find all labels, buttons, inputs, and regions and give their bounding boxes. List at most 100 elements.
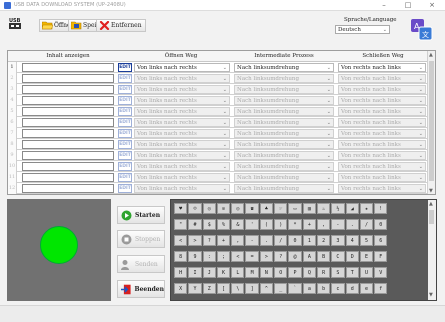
- keyboard-key[interactable]: ': [245, 219, 259, 230]
- keyboard-key[interactable]: 2: [316, 235, 331, 246]
- keyboard-scroll-up-icon[interactable]: ▲: [429, 201, 433, 207]
- keyboard-key[interactable]: O: [274, 267, 288, 278]
- edit-button[interactable]: EDIT: [118, 140, 132, 149]
- keyboard-key[interactable]: ☞: [274, 203, 288, 214]
- keyboard-key[interactable]: ★: [359, 203, 374, 214]
- keyboard-key[interactable]: .: [259, 235, 274, 246]
- keyboard-key[interactable]: Y: [188, 283, 202, 294]
- keyboard-key[interactable]: -: [331, 219, 345, 230]
- table-row[interactable]: 9 EDIT Von links nach rechts ⌄ Nach linksumd…: [8, 150, 429, 161]
- close-path-select[interactable]: Von rechts nach links ⌄: [338, 140, 426, 149]
- keyboard-key[interactable]: M: [245, 267, 259, 278]
- keyboard-key[interactable]: S: [331, 267, 345, 278]
- close-path-select[interactable]: Von rechts nach links ⌄: [338, 107, 426, 116]
- keyboard-key[interactable]: ♥: [174, 203, 188, 214]
- keyboard-scrollbar[interactable]: ▲ ▼: [428, 200, 436, 300]
- display-content-cell[interactable]: [22, 118, 114, 127]
- open-path-select[interactable]: Von links nach rechts ⌄: [134, 140, 230, 149]
- edit-button[interactable]: EDIT: [118, 63, 132, 72]
- keyboard-key[interactable]: a: [302, 283, 316, 294]
- table-row[interactable]: 2 EDIT Von links nach rechts ⌄ Nach linksumd…: [8, 73, 429, 84]
- stop-button[interactable]: Stoppen: [117, 230, 165, 248]
- keyboard-key[interactable]: H: [174, 267, 188, 278]
- keyboard-key[interactable]: ☺: [188, 203, 202, 214]
- intermediate-select[interactable]: Nach linksumdrehung ⌄: [234, 74, 334, 83]
- intermediate-select[interactable]: Nach linksumdrehung ⌄: [234, 162, 334, 171]
- keyboard-key[interactable]: Z: [202, 283, 216, 294]
- table-scrollbar[interactable]: ▲ ▼: [427, 51, 435, 194]
- keyboard-key[interactable]: +: [216, 235, 231, 246]
- edit-button[interactable]: EDIT: [118, 184, 132, 193]
- edit-button[interactable]: EDIT: [118, 162, 132, 171]
- display-content-cell[interactable]: [22, 184, 114, 193]
- intermediate-select[interactable]: Nach linksumdrehung ⌄: [234, 118, 334, 127]
- intermediate-select[interactable]: Nach linksumdrehung ⌄: [234, 140, 334, 149]
- keyboard-key[interactable]: X: [174, 283, 188, 294]
- display-content-cell[interactable]: [22, 129, 114, 138]
- keyboard-key[interactable]: 9: [188, 251, 202, 262]
- keyboard-key[interactable]: ♨: [316, 203, 331, 214]
- close-path-select[interactable]: Von rechts nach links ⌄: [338, 63, 426, 72]
- close-path-select[interactable]: Von rechts nach links ⌄: [338, 74, 426, 83]
- table-row[interactable]: 3 EDIT Von links nach rechts ⌄ Nach linksumd…: [8, 84, 429, 95]
- keyboard-key[interactable]: ▭: [288, 203, 302, 214]
- keyboard-key[interactable]: \: [231, 283, 245, 294]
- keyboard-key[interactable]: C: [331, 251, 345, 262]
- keyboard-key[interactable]: d: [345, 283, 359, 294]
- keyboard-key[interactable]: `: [288, 283, 302, 294]
- keyboard-key[interactable]: N: [259, 267, 274, 278]
- minimize-button[interactable]: –: [372, 0, 396, 11]
- edit-button[interactable]: EDIT: [118, 151, 132, 160]
- send-button[interactable]: Senden: [117, 255, 165, 273]
- keyboard-key[interactable]: ½: [331, 203, 345, 214]
- keyboard-key[interactable]: &: [231, 219, 245, 230]
- keyboard-key[interactable]: #: [188, 219, 202, 230]
- open-path-select[interactable]: Von links nach rechts ⌄: [134, 63, 230, 72]
- keyboard-key[interactable]: Q: [302, 267, 316, 278]
- keyboard-key[interactable]: 3: [331, 235, 345, 246]
- keyboard-key[interactable]: A: [302, 251, 316, 262]
- keyboard-key[interactable]: 1: [302, 235, 316, 246]
- scrollbar-thumb[interactable]: [429, 61, 434, 181]
- keyboard-key[interactable]: +: [302, 219, 316, 230]
- table-row[interactable]: 8 EDIT Von links nach rechts ⌄ Nach linksumd…: [8, 139, 429, 150]
- keyboard-key[interactable]: e: [359, 283, 374, 294]
- remove-button[interactable]: Entfernen: [96, 19, 146, 32]
- keyboard-key[interactable]: !: [374, 203, 388, 214]
- keyboard-key[interactable]: %: [216, 219, 231, 230]
- open-path-select[interactable]: Von links nach rechts ⌄: [134, 129, 230, 138]
- table-row[interactable]: 11 EDIT Von links nach rechts ⌄ Nach linksum…: [8, 172, 429, 183]
- table-row[interactable]: 4 EDIT Von links nach rechts ⌄ Nach linksumd…: [8, 95, 429, 106]
- close-path-select[interactable]: Von rechts nach links ⌄: [338, 162, 426, 171]
- keyboard-key[interactable]: V: [374, 267, 388, 278]
- open-path-select[interactable]: Von links nach rechts ⌄: [134, 162, 230, 171]
- keyboard-key[interactable]: =: [245, 251, 259, 262]
- keyboard-key[interactable]: [: [216, 283, 231, 294]
- keyboard-key[interactable]: ^: [259, 283, 274, 294]
- keyboard-key[interactable]: c: [331, 283, 345, 294]
- open-path-select[interactable]: Von links nach rechts ⌄: [134, 151, 230, 160]
- close-path-select[interactable]: Von rechts nach links ⌄: [338, 151, 426, 160]
- scroll-up-icon[interactable]: ▲: [429, 52, 433, 58]
- intermediate-select[interactable]: Nach linksumdrehung ⌄: [234, 85, 334, 94]
- keyboard-key[interactable]: T: [345, 267, 359, 278]
- open-path-select[interactable]: Von links nach rechts ⌄: [134, 107, 230, 116]
- keyboard-key[interactable]: *: [288, 219, 302, 230]
- keyboard-scroll-down-icon[interactable]: ▼: [429, 292, 433, 298]
- keyboard-key[interactable]: ◢: [345, 203, 359, 214]
- keyboard-key[interactable]: ☎: [245, 203, 259, 214]
- keyboard-key[interactable]: L: [231, 267, 245, 278]
- display-content-cell[interactable]: [22, 151, 114, 160]
- keyboard-key[interactable]: :: [202, 251, 216, 262]
- keyboard-key[interactable]: J: [202, 267, 216, 278]
- display-content-cell[interactable]: [22, 107, 114, 116]
- table-row[interactable]: 5 EDIT Von links nach rechts ⌄ Nach linksumd…: [8, 106, 429, 117]
- display-content-cell[interactable]: [22, 140, 114, 149]
- open-path-select[interactable]: Von links nach rechts ⌄: [134, 74, 230, 83]
- start-button[interactable]: Starten: [117, 206, 165, 224]
- keyboard-key[interactable]: ?: [274, 251, 288, 262]
- keyboard-key[interactable]: 0: [288, 235, 302, 246]
- close-path-select[interactable]: Von rechts nach links ⌄: [338, 173, 426, 182]
- intermediate-select[interactable]: Nach linksumdrehung ⌄: [234, 184, 334, 193]
- keyboard-key[interactable]: b: [316, 283, 331, 294]
